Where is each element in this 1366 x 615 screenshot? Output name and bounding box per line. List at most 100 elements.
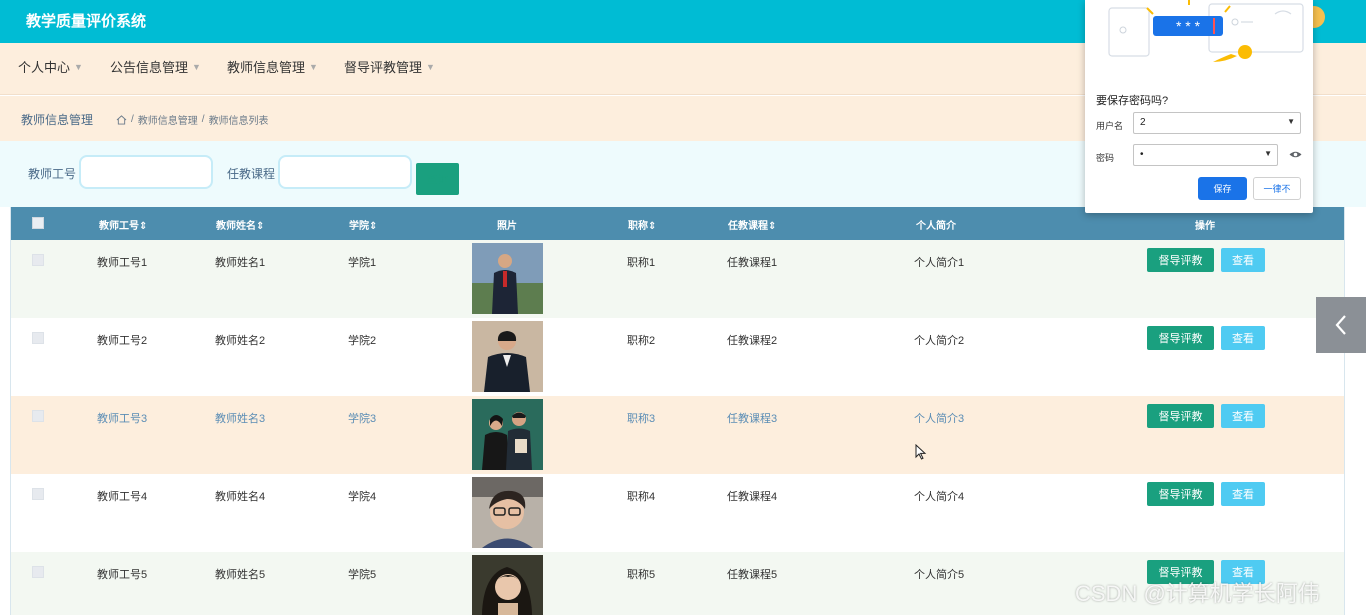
view-button[interactable]: 查看 [1221,482,1265,506]
row-checkbox[interactable] [32,332,44,344]
column-header-label: 学院 [349,221,369,232]
cell-course: 任教课程4 [727,491,778,503]
home-icon[interactable] [116,114,127,125]
teacher-id-label: 教师工号 [28,167,77,181]
sort-icon: ⇕ [648,221,657,232]
teacher-table: 教师工号⇕ 教师姓名⇕ 学院⇕ 照片 职称⇕ 任教课程⇕ 个人简介 操作 教师工… [10,207,1345,615]
chevron-down-icon: ▼ [74,61,83,72]
view-button[interactable]: 查看 [1221,326,1265,350]
nav-item-label: 教师信息管理 [227,60,306,75]
sort-icon: ⇕ [256,221,265,232]
username-select[interactable]: 2 ▼ [1133,112,1301,134]
cell-course: 任教课程2 [727,335,778,347]
side-panel-toggle[interactable] [1316,297,1366,353]
save-password-dialog: * * * 要保存密码吗? 用户名 2 ▼ 密码 • ▼ 保存 一律不 [1085,0,1313,213]
mouse-cursor-icon [915,444,927,460]
caret-down-icon: ▼ [1287,117,1295,126]
column-header-label: 任教课程 [728,221,768,232]
nav-item-label: 督导评教管理 [344,60,423,75]
teacher-id-input[interactable] [79,155,213,189]
cell-intro: 个人简介4 [914,491,965,503]
table-row: 教师工号1 教师姓名1 学院1 职称1 任教课程1 个人简介1 督导评教 查看 [11,240,1344,318]
supervise-review-button[interactable]: 督导评教 [1147,248,1214,272]
nav-item-personal-center[interactable]: 个人中心 ▼ [18,57,83,76]
column-header-actions: 操作 [1195,221,1215,232]
cell-teacher-id: 教师工号1 [97,257,148,269]
column-header-label: 教师姓名 [216,221,256,232]
dialog-title: 要保存密码吗? [1096,95,1169,107]
cell-college: 学院4 [348,491,377,503]
breadcrumb: / 教师信息管理 / 教师信息列表 [116,112,269,127]
search-button[interactable]: 查询 [416,163,459,195]
chevron-down-icon: ▼ [426,61,435,72]
cell-teacher-id: 教师工号2 [97,335,148,347]
row-checkbox[interactable] [32,410,44,422]
nav-item-label: 公告信息管理 [110,60,189,75]
sort-icon: ⇕ [768,221,777,232]
select-all-checkbox[interactable] [32,217,44,229]
table-row: 教师工号4 教师姓名4 学院4 职称4 任教课程4 个人简介4 督导评教 查看 [11,474,1344,552]
page-title: 教师信息管理 [21,113,94,127]
supervise-review-button[interactable]: 督导评教 [1147,482,1214,506]
watermark: CSDN @计算机学长阿伟 [1075,581,1320,606]
supervise-review-button[interactable]: 督导评教 [1147,326,1214,350]
column-header-title[interactable]: 职称⇕ [628,217,656,232]
chevron-down-icon: ▼ [309,61,318,72]
nav-item-teacher-info[interactable]: 教师信息管理 ▼ [227,57,318,76]
breadcrumb-link[interactable]: 教师信息管理 [138,112,198,127]
teacher-photo [472,399,543,470]
breadcrumb-current: 教师信息列表 [208,116,269,127]
column-header-course[interactable]: 任教课程⇕ [728,217,776,232]
view-button[interactable]: 查看 [1221,248,1265,272]
password-illustration-icon: * * * [1085,0,1313,78]
cell-college: 学院1 [348,257,377,269]
sort-icon: ⇕ [369,221,378,232]
row-checkbox[interactable] [32,254,44,266]
save-password-button[interactable]: 保存 [1198,177,1247,200]
cell-title: 职称3 [627,413,656,425]
cell-title: 职称5 [627,569,656,581]
nav-item-supervision[interactable]: 督导评教管理 ▼ [344,57,435,76]
cell-intro: 个人简介2 [914,335,965,347]
cell-college: 学院3 [348,413,377,425]
row-checkbox[interactable] [32,488,44,500]
eye-icon[interactable] [1289,150,1302,159]
column-header-name[interactable]: 教师姓名⇕ [216,217,264,232]
column-header-label: 教师工号 [99,221,139,232]
cell-teacher-name: 教师姓名3 [215,413,266,425]
column-header-intro: 个人简介 [916,221,956,232]
table-row: 教师工号2 教师姓名2 学院2 职称2 任教课程2 个人简介2 督导评教 查看 [11,318,1344,396]
course-input[interactable] [278,155,412,189]
chevron-left-icon [1335,315,1346,335]
column-header-college[interactable]: 学院⇕ [349,217,377,232]
sort-icon: ⇕ [139,221,148,232]
table-row: 教师工号3 教师姓名3 学院3 职称3 任教课程3 个人简介3 督导评教 查看 [11,396,1344,474]
supervise-review-button[interactable]: 督导评教 [1147,404,1214,428]
password-select[interactable]: • ▼ [1133,144,1278,166]
cell-title: 职称4 [627,491,656,503]
row-checkbox[interactable] [32,566,44,578]
cell-intro: 个人简介3 [914,413,965,425]
cell-intro: 个人简介5 [914,569,965,581]
column-header-photo: 照片 [497,221,517,232]
cell-teacher-name: 教师姓名5 [215,569,266,581]
cell-course: 任教课程3 [727,413,778,425]
never-save-button[interactable]: 一律不 [1253,177,1301,200]
column-header-label: 职称 [628,221,648,232]
course-label: 任教课程 [227,167,276,181]
username-value: 2 [1140,117,1146,128]
cell-teacher-name: 教师姓名2 [215,335,266,347]
view-button[interactable]: 查看 [1221,404,1265,428]
nav-item-label: 个人中心 [18,60,71,75]
breadcrumb-separator: / [131,114,134,125]
username-label: 用户名 [1096,121,1124,131]
cell-college: 学院5 [348,569,377,581]
teacher-photo [472,555,543,615]
cell-teacher-id: 教师工号5 [97,569,148,581]
column-header-id[interactable]: 教师工号⇕ [99,217,147,232]
teacher-photo [472,321,543,392]
caret-down-icon: ▼ [1264,149,1272,158]
nav-item-announcements[interactable]: 公告信息管理 ▼ [110,57,201,76]
cell-title: 职称2 [627,335,656,347]
cell-intro: 个人简介1 [914,257,965,269]
